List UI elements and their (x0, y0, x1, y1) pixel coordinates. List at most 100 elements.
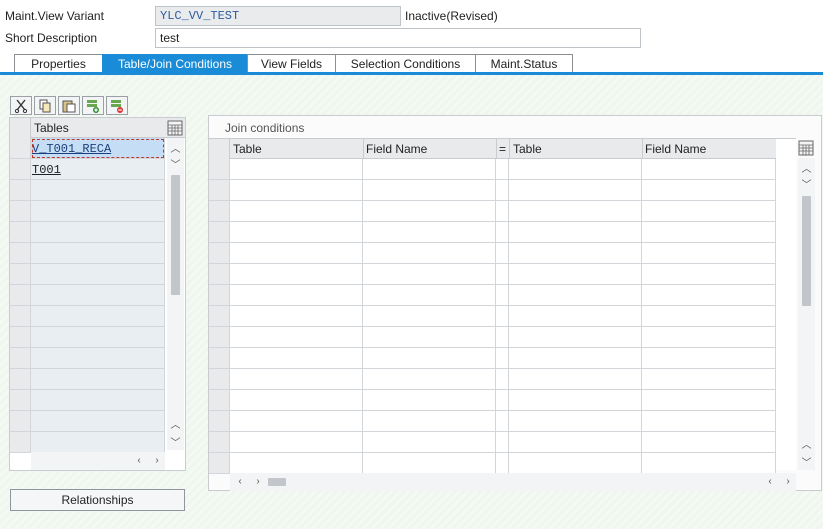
row-selector[interactable] (209, 432, 230, 453)
scroll-up-icon[interactable]: ︿ (798, 160, 815, 175)
row-selector[interactable] (10, 327, 31, 348)
table-row[interactable] (10, 201, 165, 222)
join-row[interactable] (209, 327, 776, 348)
cut-icon[interactable] (10, 96, 32, 115)
row-selector[interactable] (209, 390, 230, 411)
join-cell[interactable] (230, 180, 363, 201)
join-cell[interactable] (642, 222, 776, 243)
scroll-right-icon[interactable]: › (151, 455, 163, 466)
join-cell[interactable] (363, 264, 496, 285)
join-cell[interactable] (642, 390, 776, 411)
join-cell[interactable] (363, 432, 496, 453)
row-selector[interactable] (209, 243, 230, 264)
join-cell[interactable] (230, 348, 363, 369)
join-row[interactable] (209, 222, 776, 243)
join-row[interactable] (209, 180, 776, 201)
scroll-up-icon[interactable]: ︿ (167, 140, 184, 155)
join-cell[interactable] (363, 453, 496, 474)
row-selector[interactable] (209, 348, 230, 369)
join-cell[interactable] (509, 306, 642, 327)
join-cell[interactable] (496, 369, 509, 390)
scroll-left-icon[interactable]: ‹ (133, 455, 145, 466)
join-cell[interactable] (642, 369, 776, 390)
scroll-down-icon[interactable]: ﹀ (798, 454, 815, 469)
join-row[interactable] (209, 306, 776, 327)
join-col-equals[interactable]: = (499, 142, 506, 156)
table-row[interactable]: V_T001_RECA (10, 138, 165, 159)
table-name-cell[interactable] (31, 222, 165, 243)
row-selector[interactable] (10, 180, 31, 201)
row-selector[interactable] (209, 264, 230, 285)
join-cell[interactable] (363, 159, 496, 180)
join-cell[interactable] (642, 201, 776, 222)
join-cell[interactable] (509, 369, 642, 390)
join-cell[interactable] (496, 201, 509, 222)
join-col-table-2[interactable]: Table (513, 142, 542, 156)
row-selector[interactable] (10, 138, 31, 159)
row-selector[interactable] (10, 201, 31, 222)
join-cell[interactable] (230, 285, 363, 306)
row-selector[interactable] (10, 306, 31, 327)
copy-icon[interactable] (34, 96, 56, 115)
join-cell[interactable] (642, 306, 776, 327)
join-cell[interactable] (642, 159, 776, 180)
row-selector[interactable] (10, 222, 31, 243)
table-name-cell[interactable]: V_T001_RECA (31, 138, 165, 159)
join-row[interactable] (209, 264, 776, 285)
join-cell[interactable] (496, 411, 509, 432)
join-scroll-thumb[interactable] (802, 196, 811, 306)
join-cell[interactable] (496, 453, 509, 474)
table-row[interactable] (10, 348, 165, 369)
scroll-down-icon[interactable]: ﹀ (798, 176, 815, 191)
join-cell[interactable] (509, 264, 642, 285)
row-selector[interactable] (10, 390, 31, 411)
table-name-cell[interactable] (31, 369, 165, 390)
tab-table-join-conditions[interactable]: Table/Join Conditions (102, 54, 248, 72)
join-cell[interactable] (509, 327, 642, 348)
join-cell[interactable] (363, 411, 496, 432)
join-cell[interactable] (642, 411, 776, 432)
join-cell[interactable] (496, 348, 509, 369)
join-row[interactable] (209, 285, 776, 306)
relationships-button[interactable]: Relationships (10, 489, 185, 511)
row-selector[interactable] (209, 222, 230, 243)
join-cell[interactable] (509, 285, 642, 306)
tab-properties[interactable]: Properties (14, 54, 103, 72)
tab-maint-status[interactable]: Maint.Status (475, 54, 573, 72)
table-row[interactable] (10, 285, 165, 306)
join-cell[interactable] (642, 348, 776, 369)
table-row[interactable] (10, 222, 165, 243)
join-cell[interactable] (509, 432, 642, 453)
join-cell[interactable] (496, 180, 509, 201)
row-selector[interactable] (10, 432, 31, 453)
table-name-cell[interactable] (31, 285, 165, 306)
join-cell[interactable] (230, 264, 363, 285)
join-cell[interactable] (509, 243, 642, 264)
table-name-cell[interactable] (31, 411, 165, 432)
tab-view-fields[interactable]: View Fields (247, 54, 336, 72)
table-row[interactable] (10, 432, 165, 453)
join-cell[interactable] (230, 159, 363, 180)
join-cell[interactable] (363, 369, 496, 390)
row-selector[interactable] (209, 327, 230, 348)
table-name-cell[interactable] (31, 264, 165, 285)
scroll-right-icon[interactable]: › (252, 476, 264, 487)
join-col-table[interactable]: Table (233, 142, 262, 156)
table-row[interactable] (10, 306, 165, 327)
join-cell[interactable] (509, 453, 642, 474)
join-cell[interactable] (230, 369, 363, 390)
join-cell[interactable] (509, 201, 642, 222)
table-name-cell[interactable] (31, 348, 165, 369)
tables-vscrollbar[interactable]: ︿ ﹀ ︿ ﹀ (167, 138, 184, 450)
scroll-up-icon[interactable]: ︿ (167, 416, 184, 431)
join-cell[interactable] (642, 432, 776, 453)
table-name-cell[interactable] (31, 327, 165, 348)
join-cell[interactable] (496, 285, 509, 306)
table-name-cell[interactable] (31, 432, 165, 453)
join-cell[interactable] (230, 243, 363, 264)
join-row[interactable] (209, 369, 776, 390)
join-cell[interactable] (230, 201, 363, 222)
join-vscrollbar[interactable]: ︿ ﹀ ︿ ﹀ (798, 158, 815, 470)
table-row[interactable] (10, 180, 165, 201)
join-cell[interactable] (642, 264, 776, 285)
